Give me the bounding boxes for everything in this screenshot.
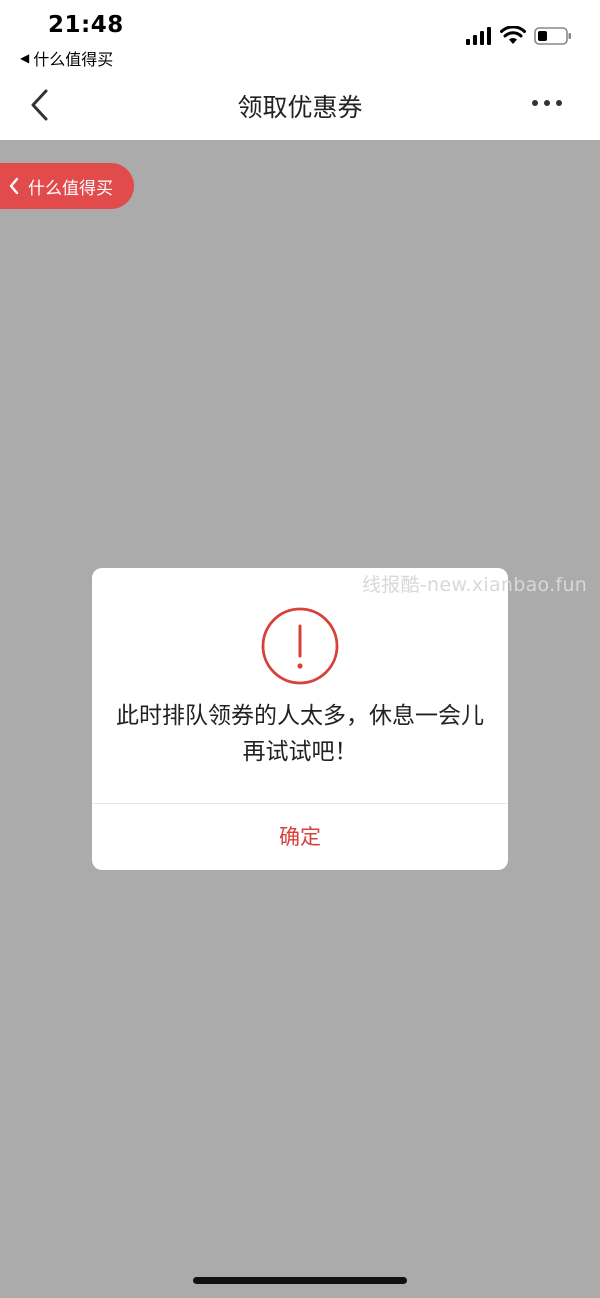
alert-dialog: 此时排队领券的人太多，休息一会儿再试试吧！ 确定 bbox=[92, 568, 508, 870]
signal-icon bbox=[466, 27, 491, 45]
system-icons bbox=[466, 26, 572, 46]
return-to-app-button[interactable]: 什么值得买 bbox=[0, 163, 134, 209]
confirm-button[interactable]: 确定 bbox=[92, 804, 508, 870]
nav-bar: 领取优惠券 bbox=[0, 70, 600, 140]
more-options-icon[interactable] bbox=[532, 100, 562, 106]
chevron-left-icon bbox=[9, 177, 19, 195]
page-title: 领取优惠券 bbox=[237, 93, 363, 122]
battery-icon bbox=[534, 27, 571, 45]
wifi-icon bbox=[500, 26, 526, 44]
dialog-message: 此时排队领券的人太多，休息一会儿再试试吧！ bbox=[116, 703, 484, 765]
back-app-label: 什么值得买 bbox=[33, 50, 114, 69]
home-indicator[interactable] bbox=[193, 1277, 407, 1284]
back-to-app-link[interactable]: ◀ 什么值得买 bbox=[20, 46, 113, 70]
status-bar: 21:48 ◀ 什么值得买 bbox=[0, 0, 600, 70]
status-time: 21:48 bbox=[48, 12, 124, 38]
exclamation-circle-icon bbox=[261, 607, 339, 685]
return-to-app-label: 什么值得买 bbox=[28, 178, 113, 199]
watermark-text: 线报酷-new.xianbao.fun bbox=[362, 574, 588, 596]
back-triangle-icon: ◀ bbox=[20, 51, 30, 65]
